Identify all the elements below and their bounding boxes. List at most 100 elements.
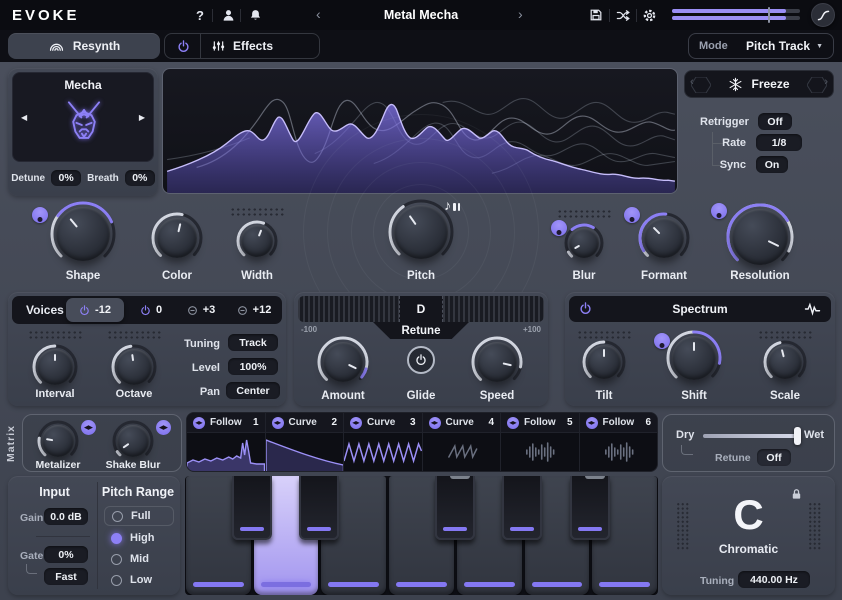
pitch-range-option-mid[interactable]: Mid xyxy=(104,549,174,569)
meter-handle[interactable] xyxy=(768,7,770,23)
breath-value[interactable]: 0% xyxy=(125,170,155,186)
freeze-button[interactable]: ‹ › Freeze xyxy=(684,70,834,98)
mod-slot-5[interactable]: ◀▶Follow5 xyxy=(501,413,580,471)
s-curve-icon xyxy=(816,8,831,23)
mod-name: Curve xyxy=(367,417,395,428)
gate-label: Gate xyxy=(20,550,43,562)
retrigger-label: Retrigger xyxy=(700,116,749,128)
pitch-range-option-low[interactable]: Low xyxy=(104,570,174,590)
voice-button-plus3[interactable]: +3 xyxy=(176,298,226,322)
mod-slot-3[interactable]: ◀▶Curve3 xyxy=(344,413,423,471)
save-button[interactable] xyxy=(588,7,604,23)
metalizer-knob[interactable] xyxy=(36,419,80,463)
tab-effects[interactable]: Effects xyxy=(164,33,320,59)
blur-knob[interactable] xyxy=(563,222,605,264)
gate-speed-value[interactable]: Fast xyxy=(44,568,88,585)
curve-icon xyxy=(423,433,501,471)
notifications-button[interactable] xyxy=(247,7,263,23)
radio-icon xyxy=(111,554,122,565)
retune-speed-knob[interactable] xyxy=(470,335,524,389)
tuning-value[interactable]: Track xyxy=(228,334,278,351)
tuner-display[interactable]: D xyxy=(298,296,544,322)
radio-icon xyxy=(112,511,123,522)
scale-name[interactable]: Chromatic xyxy=(662,542,835,556)
gate-value[interactable]: 0% xyxy=(44,546,88,563)
soft-clip-button[interactable] xyxy=(811,3,835,27)
dry-wet-slider[interactable] xyxy=(703,434,801,438)
voice-button-plus12[interactable]: +12 xyxy=(228,298,280,322)
pitch-range-option-full[interactable]: Full xyxy=(104,506,174,526)
color-knob[interactable] xyxy=(150,211,204,265)
key-a-sharp[interactable] xyxy=(570,476,610,540)
effects-power-toggle[interactable] xyxy=(177,40,190,53)
tab-resynth[interactable]: Resynth xyxy=(8,33,160,59)
key-g-sharp[interactable] xyxy=(502,476,542,540)
shift-knob[interactable] xyxy=(665,329,723,387)
help-button[interactable]: ? xyxy=(192,7,208,23)
shake-blur-knob[interactable] xyxy=(111,419,155,463)
meter-bar xyxy=(672,9,800,13)
interval-knob[interactable] xyxy=(31,343,79,391)
root-key[interactable]: C xyxy=(662,494,835,536)
randomize-button[interactable] xyxy=(615,7,631,23)
mod-badge[interactable] xyxy=(32,207,48,223)
mod-slot-6[interactable]: ◀▶Follow6 xyxy=(580,413,658,471)
mode-value: Pitch Track xyxy=(746,39,810,53)
sync-value[interactable]: On xyxy=(756,156,788,173)
width-knob[interactable] xyxy=(235,219,279,263)
stereo-badge[interactable]: ◀▶ xyxy=(81,420,96,435)
preset-next-button[interactable]: › xyxy=(518,6,523,22)
gear-icon xyxy=(642,8,657,23)
pan-value[interactable]: Center xyxy=(226,382,280,399)
rate-value[interactable]: 1/8 xyxy=(756,134,802,151)
tilt-label: Tilt xyxy=(559,390,649,402)
scale-knob[interactable] xyxy=(762,339,808,385)
output-gain-slider[interactable] xyxy=(672,9,800,21)
settings-button[interactable] xyxy=(641,7,657,23)
key-d-sharp[interactable] xyxy=(299,476,339,540)
voice-button-minus12[interactable]: -12 xyxy=(66,298,124,322)
resolution-knob[interactable] xyxy=(725,202,795,272)
tree-connector xyxy=(681,445,693,455)
glide-toggle[interactable] xyxy=(407,346,435,374)
dry-wet-handle[interactable] xyxy=(794,427,801,445)
tuning-hz-value[interactable]: 440.00 Hz xyxy=(738,571,810,588)
formant-knob[interactable] xyxy=(637,211,691,265)
source-prev-button[interactable]: ◀ xyxy=(21,113,27,122)
level-value[interactable]: 100% xyxy=(228,358,278,375)
source-next-button[interactable]: ▶ xyxy=(139,113,145,122)
follow-waveform xyxy=(187,433,265,471)
account-button[interactable] xyxy=(220,7,236,23)
chevron-down-icon: ▼ xyxy=(816,43,823,50)
tilt-knob[interactable] xyxy=(581,339,627,385)
divider xyxy=(609,9,610,22)
gain-value[interactable]: 0.0 dB xyxy=(44,508,88,525)
voices-title: Voices xyxy=(26,303,64,317)
mix-panel: Dry Wet Retune Off xyxy=(662,414,835,472)
stereo-badge[interactable]: ◀▶ xyxy=(156,420,171,435)
retune-amount-knob[interactable] xyxy=(316,335,370,389)
option-label: High xyxy=(130,532,154,544)
key-c-sharp[interactable] xyxy=(232,476,272,540)
mix-retune-value[interactable]: Off xyxy=(757,449,791,466)
input-title: Input xyxy=(12,485,97,499)
key-f-sharp[interactable] xyxy=(435,476,475,540)
mod-slot-1[interactable]: ◀▶Follow1 xyxy=(187,413,266,471)
pitch-knob[interactable] xyxy=(387,198,455,266)
tuner-note: D xyxy=(399,296,443,322)
retrigger-value[interactable]: Off xyxy=(758,113,792,130)
sync-label: Sync xyxy=(700,159,746,171)
mod-slot-4[interactable]: ◀▶Curve4 xyxy=(423,413,502,471)
shape-knob[interactable] xyxy=(49,200,117,268)
sliders-icon xyxy=(211,39,226,53)
pitch-range-option-high[interactable]: High xyxy=(104,528,174,548)
preset-name[interactable]: Metal Mecha xyxy=(301,8,541,22)
voice-button-0[interactable]: 0 xyxy=(130,298,172,322)
mode-select[interactable]: Mode Pitch Track ▼ xyxy=(688,33,834,59)
mod-slot-2[interactable]: ◀▶Curve2 xyxy=(266,413,345,471)
stereo-badge: ◀▶ xyxy=(586,417,598,429)
option-label: Low xyxy=(130,574,152,586)
mod-number: 5 xyxy=(567,417,573,428)
tuner-max: +100 xyxy=(523,325,541,334)
detune-value[interactable]: 0% xyxy=(51,170,81,186)
